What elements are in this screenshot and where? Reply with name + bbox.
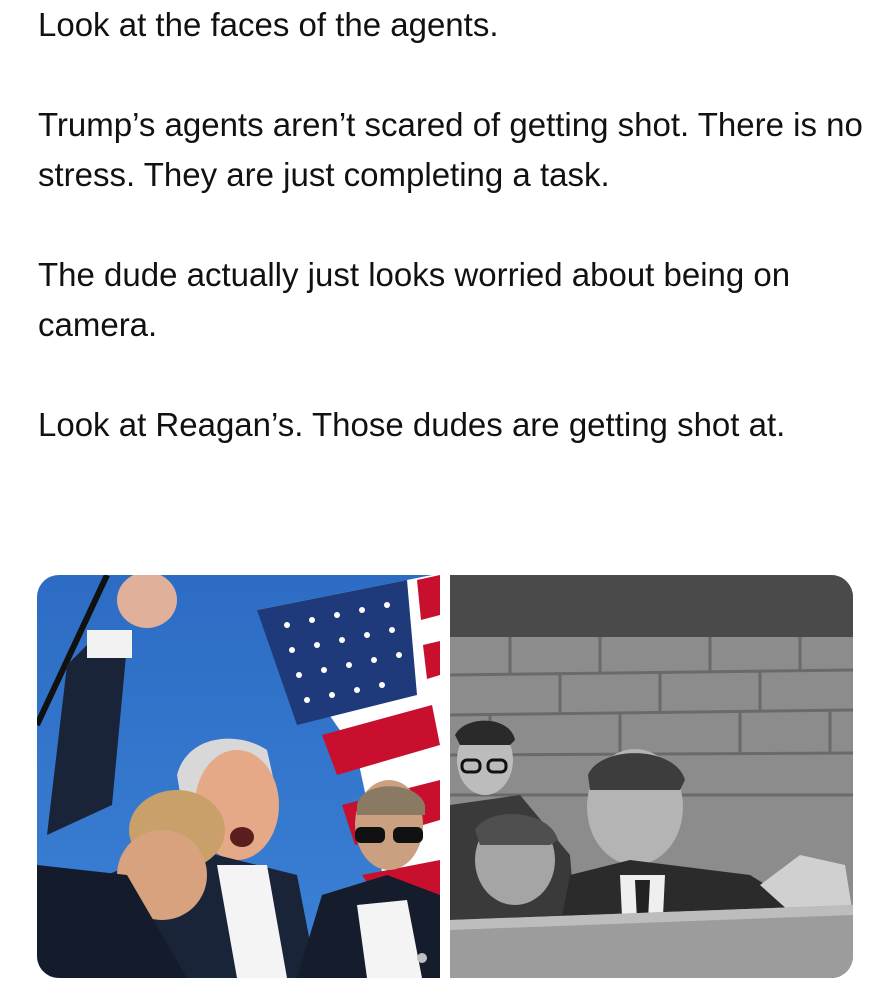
left-photo-illustration	[37, 575, 440, 978]
post-body: Look at the faces of the agents. Trump’s…	[38, 0, 868, 450]
post-paragraph-3: The dude actually just looks worried abo…	[38, 256, 800, 343]
right-photo-illustration	[450, 575, 853, 978]
left-photo[interactable]	[37, 575, 440, 978]
post-paragraph-4: Look at Reagan’s. Those dudes are gettin…	[38, 406, 786, 443]
media-gallery[interactable]	[37, 575, 853, 978]
post-paragraph-2: Trump’s agents aren’t scared of getting …	[38, 106, 873, 193]
post-paragraph-1: Look at the faces of the agents.	[38, 6, 499, 43]
right-photo[interactable]	[450, 575, 853, 978]
